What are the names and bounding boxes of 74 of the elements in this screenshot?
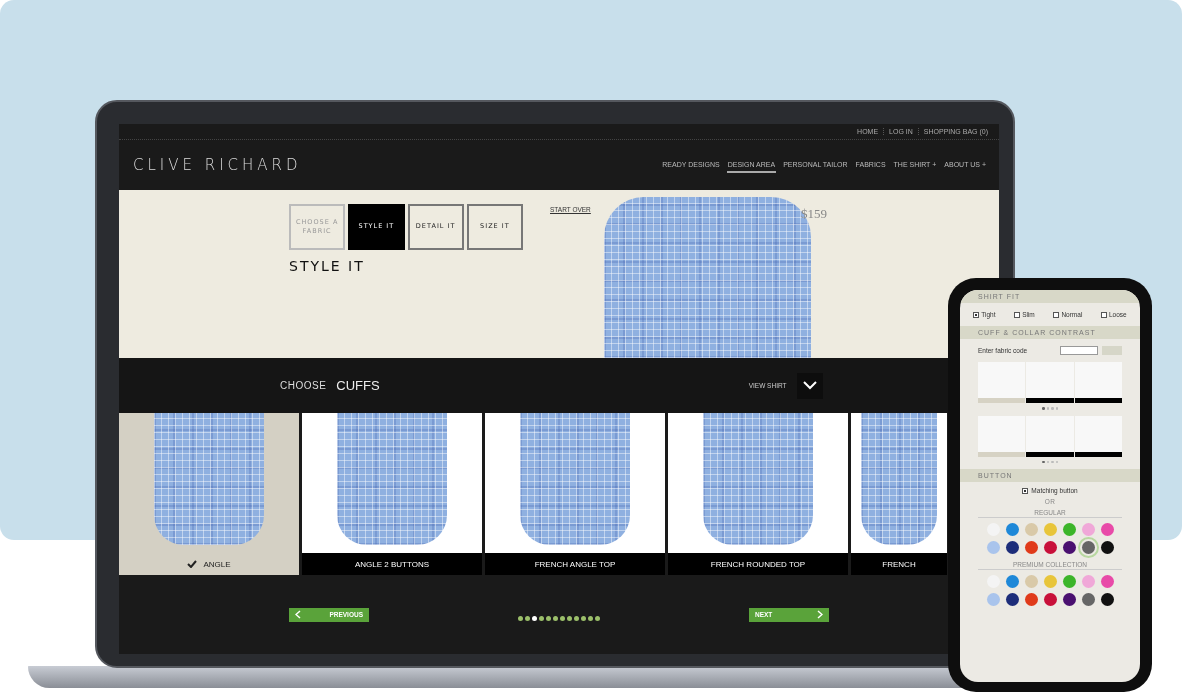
checkbox[interactable] xyxy=(973,311,980,318)
button-swatch[interactable] xyxy=(1100,523,1114,536)
button-swatch[interactable] xyxy=(1081,523,1095,536)
checkbox[interactable] xyxy=(1053,311,1060,318)
button-swatch[interactable] xyxy=(1081,575,1095,588)
shirt-photo[interactable] xyxy=(1074,415,1122,457)
button-swatch[interactable] xyxy=(1005,593,1019,606)
button-swatch[interactable] xyxy=(1081,541,1095,554)
pager-dot[interactable] xyxy=(1055,407,1058,410)
pager-dot[interactable] xyxy=(1042,460,1045,463)
choose-label: CHOOSE xyxy=(280,380,327,391)
pager-dot[interactable] xyxy=(1051,460,1054,463)
cuff-label: FRENCH xyxy=(882,559,916,569)
cuff-option[interactable]: ANGLE xyxy=(119,413,299,575)
button-swatch[interactable] xyxy=(1043,541,1057,554)
button-swatch[interactable] xyxy=(1024,523,1038,536)
cuff-label: ANGLE 2 BUTTONS xyxy=(354,559,430,569)
chevron-right-icon xyxy=(817,610,823,619)
chevron-down-icon xyxy=(802,381,817,390)
pager-dot[interactable] xyxy=(595,616,600,621)
step-title: STYLE IT xyxy=(289,258,366,274)
pager-dot[interactable] xyxy=(525,616,530,621)
button-swatch[interactable] xyxy=(1100,541,1114,554)
button-swatch[interactable] xyxy=(1005,541,1019,554)
button-swatch[interactable] xyxy=(1043,523,1057,536)
pager-dot[interactable] xyxy=(581,616,586,621)
button-swatch[interactable] xyxy=(1062,523,1076,536)
chevron-left-icon xyxy=(295,610,301,619)
pager-dot[interactable] xyxy=(560,616,565,621)
fabric-code-field[interactable] xyxy=(1060,346,1098,355)
check-icon xyxy=(187,560,198,568)
button-swatch[interactable] xyxy=(1100,593,1114,606)
pager-dot[interactable] xyxy=(1042,407,1045,410)
cuff-option[interactable]: FRENCH xyxy=(851,413,947,575)
pager-dot[interactable] xyxy=(1051,407,1054,410)
checkbox[interactable] xyxy=(1022,487,1029,494)
button-swatch[interactable] xyxy=(1043,575,1057,588)
pager-dot[interactable] xyxy=(574,616,579,621)
cuff-label: FRENCH ANGLE TOP xyxy=(534,559,616,569)
cuff-label: ANGLE xyxy=(203,559,231,569)
button-swatch[interactable] xyxy=(986,541,1000,554)
chevron-down-button[interactable] xyxy=(796,372,823,399)
cuff-option[interactable]: FRENCH ROUNDED TOP xyxy=(668,413,848,575)
button-swatch[interactable] xyxy=(986,593,1000,606)
button-swatch[interactable] xyxy=(1005,523,1019,536)
pager-dot[interactable] xyxy=(567,616,572,621)
cuff-option[interactable]: FRENCH ANGLE TOP xyxy=(485,413,665,575)
button-swatch[interactable] xyxy=(1081,593,1095,606)
pager-dot[interactable] xyxy=(532,616,537,621)
button-swatch[interactable] xyxy=(1024,575,1038,588)
button-swatch[interactable] xyxy=(1062,593,1076,606)
checkbox[interactable] xyxy=(1100,311,1107,318)
pager-dot[interactable] xyxy=(546,616,551,621)
button-swatch[interactable] xyxy=(1043,593,1057,606)
logo: CLIVE RICHARD xyxy=(133,156,302,174)
button-swatch[interactable] xyxy=(1062,575,1076,588)
choose-value: CUFFS xyxy=(336,378,380,393)
button-swatch[interactable] xyxy=(1024,593,1038,606)
pager-dot[interactable] xyxy=(539,616,544,621)
button-swatch[interactable] xyxy=(1100,575,1114,588)
button-swatch[interactable] xyxy=(1005,575,1019,588)
button-swatch[interactable] xyxy=(1062,541,1076,554)
shirt-photo[interactable] xyxy=(1074,362,1122,403)
cuff-label: FRENCH ROUNDED TOP xyxy=(710,559,806,569)
pager-dot[interactable] xyxy=(1046,407,1049,410)
button-swatch[interactable] xyxy=(1024,541,1038,554)
price: $159 xyxy=(801,206,827,222)
shirt-photo[interactable] xyxy=(1026,362,1074,403)
pager-dot[interactable] xyxy=(588,616,593,621)
shirt-photo[interactable] xyxy=(1026,415,1074,457)
pager-dot[interactable] xyxy=(518,616,523,621)
checkbox[interactable] xyxy=(1014,311,1021,318)
cuff-option[interactable]: ANGLE 2 BUTTONS xyxy=(302,413,482,575)
pager-dot[interactable] xyxy=(553,616,558,621)
